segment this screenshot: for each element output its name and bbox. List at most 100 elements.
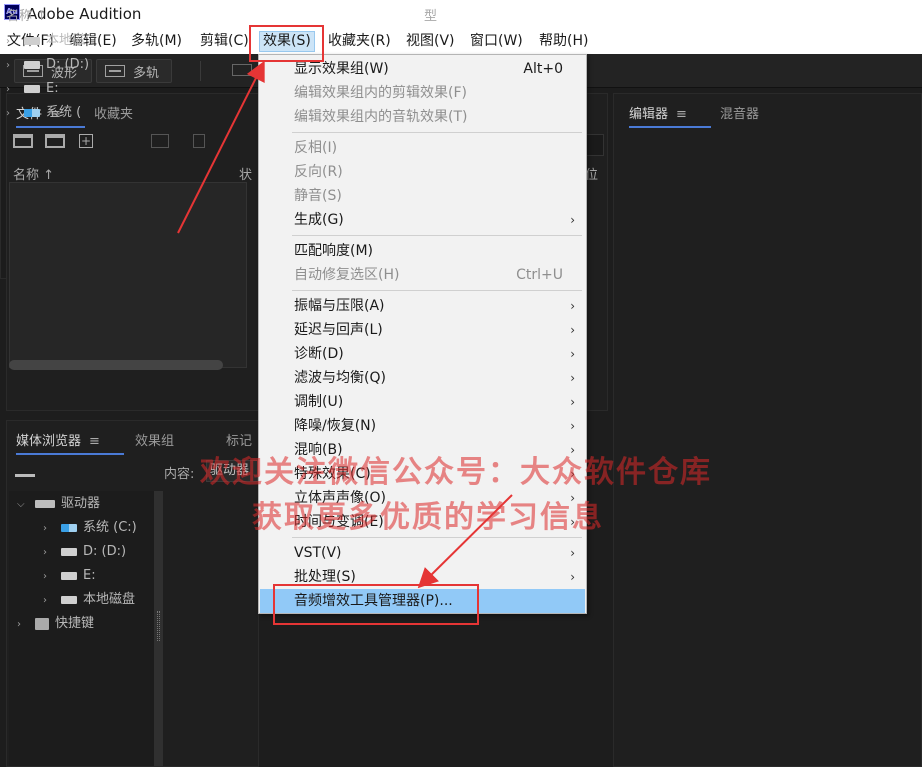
new-file-icon[interactable]: + [79, 134, 93, 148]
chevron-right-icon: › [570, 323, 575, 337]
open-folder-icon[interactable] [13, 134, 33, 148]
menu-invert[interactable]: 反相(I) [260, 136, 585, 160]
delete-icon[interactable] [193, 134, 205, 148]
menu-silence[interactable]: 静音(S) [260, 184, 585, 208]
menu-noise-reduction[interactable]: 降噪/恢复(N) › [260, 414, 585, 438]
menu-separator [292, 132, 582, 133]
drive-icon [61, 595, 77, 604]
menu-view[interactable]: 视图(V) [403, 31, 458, 52]
tree-item-d[interactable]: › D: (D:) [43, 541, 126, 563]
menu-window[interactable]: 窗口(W) [467, 31, 526, 52]
tree-label: 本地磁盘 [83, 592, 136, 607]
chevron-right-icon[interactable]: › [43, 542, 57, 564]
annotation-box-effects-menu [249, 25, 324, 62]
toolbar-divider [200, 61, 201, 81]
menu-delay-echo[interactable]: 延迟与回声(L) › [260, 318, 585, 342]
menu-clip[interactable]: 剪辑(C) [197, 31, 252, 52]
multitrack-button[interactable]: 多轨 [96, 59, 172, 83]
drive-icon [24, 84, 40, 93]
menu-separator [292, 290, 582, 291]
menu-filter-eq[interactable]: 滤波与均衡(Q) › [260, 366, 585, 390]
menu-label: 批处理(S) [294, 569, 356, 585]
chevron-right-icon[interactable]: › [43, 566, 57, 588]
tree-item-e[interactable]: › E: [43, 565, 96, 587]
chevron-right-icon[interactable]: › [6, 103, 20, 125]
chevron-right-icon[interactable]: › [6, 55, 20, 77]
multitrack-icon [105, 65, 125, 77]
chevron-right-icon[interactable]: › [43, 518, 57, 540]
watermark-text-line1: 欢迎关注微信公众号：大众软件仓库 [200, 455, 712, 490]
menu-reverse[interactable]: 反向(R) [260, 160, 585, 184]
drive-icon [61, 547, 77, 556]
menu-generate[interactable]: 生成(G) › [260, 208, 585, 232]
tab-effects-group[interactable]: 效果组 [135, 430, 174, 449]
menu-diagnostics[interactable]: 诊断(D) › [260, 342, 585, 366]
chevron-right-icon[interactable]: › [17, 614, 31, 636]
chevron-down-icon[interactable]: ⌵ [17, 494, 31, 516]
menu-shortcut: Ctrl+U [516, 267, 563, 283]
splitter-handle[interactable] [154, 491, 163, 766]
chevron-right-icon: › [570, 395, 575, 409]
menu-separator [292, 537, 582, 538]
editor-panel: 编辑器 ≡ 混音器 [613, 93, 922, 767]
menu-edit-track-effects[interactable]: 编辑效果组内的音轨效果(T) [260, 105, 585, 129]
spectral-icon[interactable] [232, 64, 252, 76]
chevron-right-icon: › [570, 347, 575, 361]
panel-menu-icon[interactable]: ≡ [676, 107, 687, 122]
menu-favorites[interactable]: 收藏夹(R) [325, 31, 394, 52]
menu-amplitude[interactable]: 振幅与压限(A) › [260, 294, 585, 318]
menu-edit-clip-effects[interactable]: 编辑效果组内的剪辑效果(F) [260, 81, 585, 105]
tree-item-local-disk[interactable]: › 本地磁盘 [43, 589, 135, 611]
tree-item-drives[interactable]: ⌵ 驱动器 [17, 493, 100, 515]
menu-bar: 文件(F) 编辑(E) 多轨(M) 剪辑(C) 效果(S) 收藏夹(R) 视图(… [0, 29, 922, 54]
horizontal-scrollbar[interactable] [9, 360, 223, 370]
tree-item-system-c[interactable]: › 系统 (C:) [43, 517, 137, 539]
tree-label: D: (D:) [83, 544, 127, 559]
chevron-right-icon[interactable]: › [43, 590, 57, 612]
insert-icon[interactable] [151, 134, 169, 148]
menu-vst[interactable]: VST(V) › [260, 541, 585, 565]
chevron-right-icon[interactable]: › [6, 79, 20, 101]
windows-drive-icon [24, 108, 40, 117]
panel-menu-icon[interactable]: ≡ [89, 434, 100, 449]
active-tab-indicator [16, 126, 85, 128]
list-item-label: 系统 ( [46, 105, 82, 120]
chevron-right-icon: › [570, 546, 575, 560]
list-item[interactable]: › 本地磁 [6, 30, 85, 52]
tab-media-browser[interactable]: 媒体浏览器 ≡ [16, 430, 124, 455]
files-list[interactable] [9, 182, 247, 368]
column-name-header[interactable]: 名称 ↑ [6, 5, 47, 24]
menu-label: 生成(G) [294, 212, 344, 228]
chevron-right-icon: › [570, 213, 575, 227]
drive-icon [24, 36, 40, 45]
chevron-right-icon[interactable]: › [6, 31, 20, 53]
list-item[interactable]: › D: (D:) [6, 54, 89, 76]
import-media-icon[interactable] [15, 463, 35, 477]
tab-editor-label: 编辑器 [629, 107, 669, 122]
tab-favorites[interactable]: 收藏夹 [94, 103, 133, 122]
menu-match-loudness[interactable]: 匹配响度(M) [260, 239, 585, 263]
menu-label: 显示效果组(W) [294, 61, 389, 77]
column-status-header[interactable]: 状 [239, 164, 252, 183]
drive-tree[interactable]: ⌵ 驱动器 › 系统 (C:) › D: (D:) › E: › 本地磁盘 › 快捷键 [9, 491, 154, 766]
tab-mixer[interactable]: 混音器 [720, 103, 759, 122]
list-item[interactable]: › 系统 ( [6, 102, 81, 124]
column-name-header[interactable]: 名称 ↑ [13, 164, 54, 183]
menu-auto-heal[interactable]: 自动修复选区(H) Ctrl+U [260, 263, 585, 287]
active-tab-indicator [629, 126, 711, 128]
list-item-label: D: (D:) [46, 57, 90, 72]
tab-editor[interactable]: 编辑器 ≡ [629, 103, 711, 128]
import-icon[interactable] [45, 134, 65, 148]
menu-label: 诊断(D) [294, 346, 344, 362]
watermark-text-line2: 获取更多优质的学习信息 [252, 500, 604, 535]
list-item[interactable]: › E: [6, 78, 59, 100]
tab-media-browser-label: 媒体浏览器 [16, 434, 82, 449]
tree-item-shortcuts[interactable]: › 快捷键 [17, 613, 94, 635]
menu-label: 振幅与压限(A) [294, 298, 385, 314]
tree-label: 系统 (C:) [83, 520, 137, 535]
menu-modulation[interactable]: 调制(U) › [260, 390, 585, 414]
menu-multitrack[interactable]: 多轨(M) [128, 31, 185, 52]
menu-help[interactable]: 帮助(H) [536, 31, 591, 52]
active-tab-indicator [16, 453, 124, 455]
column-type-header[interactable]: 型 [424, 5, 437, 24]
